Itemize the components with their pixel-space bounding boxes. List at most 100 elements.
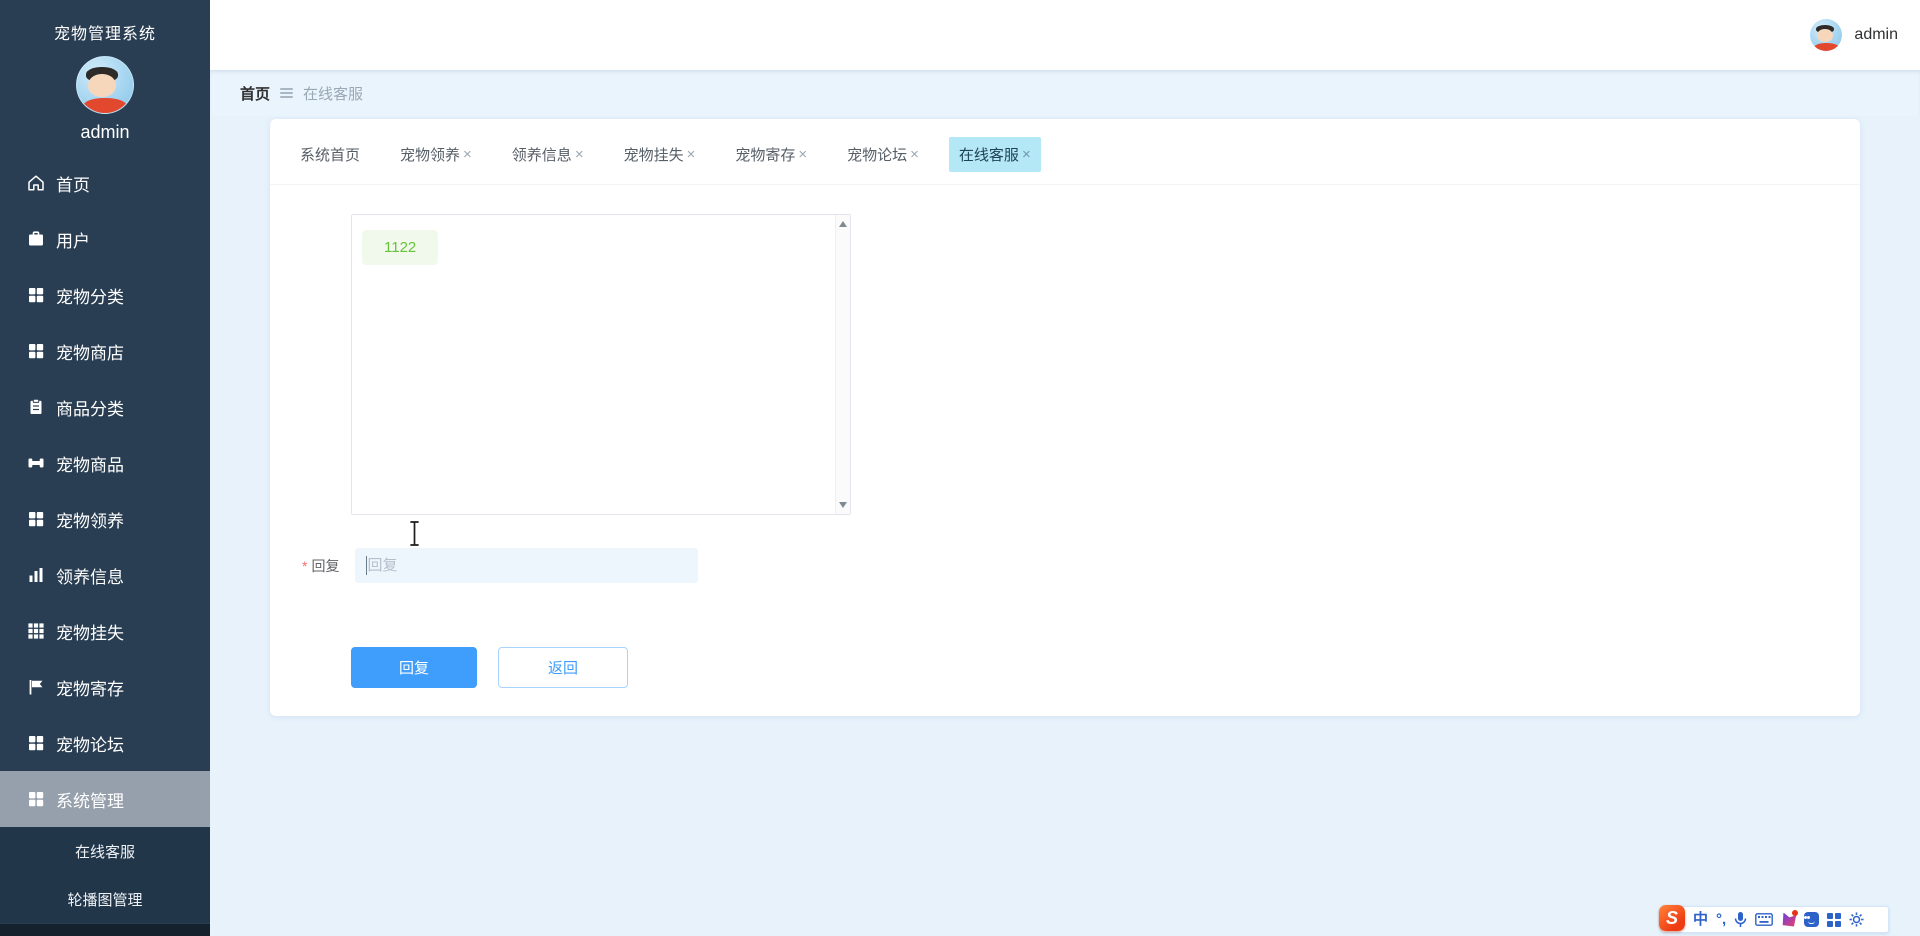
breadcrumb: 首页 在线客服 [210, 70, 1920, 116]
punctuation-icon[interactable]: °, [1716, 912, 1726, 927]
sidebar-item-system-management[interactable]: 系统管理 [0, 771, 210, 827]
home-icon [27, 174, 45, 192]
content-card: 系统首页 宠物领养 × 领养信息 × 宠物挂失 × 宠物寄存 × 宠物论坛 × … [270, 119, 1860, 716]
avatar-face [1816, 28, 1833, 43]
breadcrumb-separator-icon [280, 88, 294, 98]
tab-adoption-info[interactable]: 领养信息 × [502, 137, 594, 172]
scroll-up-arrow-icon[interactable] [839, 221, 847, 227]
tab-label: 系统首页 [300, 147, 361, 164]
sidebar-nav: 首页 用户 宠物分类 宠物商店 商品分类 宠物商品 宠物领养 领养信息 宠物挂失… [0, 155, 210, 923]
tab-label: 宠物挂失 [623, 147, 684, 164]
grid9-icon [27, 622, 45, 640]
sidebar-item-label: 系统管理 [56, 791, 124, 811]
sidebar-item-pet-category[interactable]: 宠物分类 [0, 267, 210, 323]
sidebar-item-pet-adoption[interactable]: 宠物领养 [0, 491, 210, 547]
bar-chart-icon [27, 566, 45, 584]
apps-grid-icon[interactable] [1827, 912, 1842, 927]
reply-input-wrap [355, 548, 699, 583]
sidebar-subitem-banner-management[interactable]: 轮播图管理 [0, 875, 210, 923]
reply-form-row: * 回复 [270, 548, 1860, 583]
keyboard-icon[interactable] [1755, 913, 1774, 926]
sidebar-item-home[interactable]: 首页 [0, 155, 210, 211]
app-root: 宠物管理系统 admin 首页 用户 宠物分类 宠物商店 商品分类 宠物商品 宠… [0, 0, 1920, 936]
main-area: admin 首页 在线客服 系统首页 宠物领养 × 领养信息 × 宠物挂失 × … [210, 0, 1920, 936]
ime-toolbar: S 中 °, [1659, 905, 1889, 933]
header-avatar[interactable] [1810, 19, 1843, 51]
briefcase-icon [27, 230, 45, 248]
grid-icon [27, 734, 45, 752]
tab-label: 宠物领养 [400, 147, 461, 164]
settings-icon[interactable] [1849, 912, 1864, 927]
reply-label-text: 回复 [311, 557, 340, 574]
tab-system-home[interactable]: 系统首页 [290, 137, 370, 172]
sidebar-item-label: 宠物挂失 [56, 623, 124, 643]
close-icon[interactable]: × [1022, 146, 1031, 163]
sidebar-item-label: 宠物分类 [56, 287, 124, 307]
chat-scrollbar[interactable] [835, 215, 850, 514]
flag-icon [27, 678, 45, 696]
sidebar-item-label: 宠物商店 [56, 343, 124, 363]
sogou-logo-icon[interactable]: S [1659, 905, 1685, 931]
chat-message-panel: 1122 [351, 214, 851, 515]
sidebar-item-adoption-info[interactable]: 领养信息 [0, 547, 210, 603]
header-username: admin [1854, 26, 1898, 43]
tab-pet-boarding[interactable]: 宠物寄存 × [725, 137, 817, 172]
close-icon[interactable]: × [687, 146, 696, 163]
bone-icon [27, 454, 45, 472]
required-mark: * [302, 557, 308, 574]
tab-pet-lost[interactable]: 宠物挂失 × [614, 137, 706, 172]
breadcrumb-home[interactable]: 首页 [240, 83, 270, 104]
tab-online-service[interactable]: 在线客服 × [948, 137, 1041, 172]
top-header: admin [210, 0, 1920, 70]
breadcrumb-current: 在线客服 [303, 85, 364, 103]
tab-label: 在线客服 [958, 147, 1019, 164]
avatar-shirt [1813, 42, 1840, 51]
grid-icon [27, 286, 45, 304]
tab-label: 宠物寄存 [735, 147, 796, 164]
reply-input[interactable] [355, 548, 699, 583]
ai-assistant-icon[interactable] [1781, 909, 1799, 927]
close-icon[interactable]: × [463, 146, 472, 163]
chinese-mode-icon[interactable]: 中 [1693, 912, 1708, 927]
sidebar-item-pet-lost[interactable]: 宠物挂失 [0, 603, 210, 659]
sidebar-item-label: 宠物领养 [56, 511, 124, 531]
microphone-icon[interactable] [1734, 911, 1747, 928]
header-user-menu[interactable]: admin [1810, 19, 1898, 51]
sidebar-username: admin [80, 122, 130, 142]
scroll-down-arrow-icon[interactable] [839, 502, 847, 508]
close-icon[interactable]: × [575, 146, 584, 163]
sidebar-item-pet-boarding[interactable]: 宠物寄存 [0, 659, 210, 715]
emoji-icon[interactable] [1804, 912, 1820, 927]
back-button[interactable]: 返回 [498, 647, 628, 688]
grid-icon [27, 342, 45, 360]
sidebar-bottom-strip [0, 924, 210, 936]
tab-pet-forum[interactable]: 宠物论坛 × [837, 137, 929, 172]
close-icon[interactable]: × [798, 146, 807, 163]
sidebar-item-label: 宠物寄存 [56, 679, 124, 699]
avatar-face [88, 73, 117, 98]
tab-label: 领养信息 [511, 147, 572, 164]
sidebar-item-pet-forum[interactable]: 宠物论坛 [0, 715, 210, 771]
content-area: 系统首页 宠物领养 × 领养信息 × 宠物挂失 × 宠物寄存 × 宠物论坛 × … [210, 116, 1920, 936]
chat-message-bubble: 1122 [362, 230, 439, 265]
sidebar-item-label: 领养信息 [56, 567, 124, 587]
sidebar-item-label: 首页 [56, 175, 90, 195]
sidebar-item-users[interactable]: 用户 [0, 211, 210, 267]
tab-label: 宠物论坛 [847, 147, 908, 164]
sidebar-item-label: 商品分类 [56, 399, 124, 419]
sidebar-avatar [76, 56, 134, 114]
text-caret [366, 556, 368, 575]
sidebar-subitem-online-service[interactable]: 在线客服 [0, 827, 210, 875]
reply-button[interactable]: 回复 [351, 647, 477, 688]
sidebar-submenu: 在线客服 轮播图管理 [0, 827, 210, 923]
form-buttons-row: 回复 返回 [270, 647, 1860, 688]
sidebar-item-label: 宠物论坛 [56, 735, 124, 755]
close-icon[interactable]: × [910, 146, 919, 163]
clipboard-icon [27, 398, 45, 416]
sidebar-item-label: 宠物商品 [56, 455, 124, 475]
grid-icon [27, 510, 45, 528]
tab-pet-adoption[interactable]: 宠物领养 × [390, 137, 482, 172]
sidebar-item-pet-shop[interactable]: 宠物商店 [0, 323, 210, 379]
sidebar-item-pet-goods[interactable]: 宠物商品 [0, 435, 210, 491]
sidebar-item-goods-category[interactable]: 商品分类 [0, 379, 210, 435]
